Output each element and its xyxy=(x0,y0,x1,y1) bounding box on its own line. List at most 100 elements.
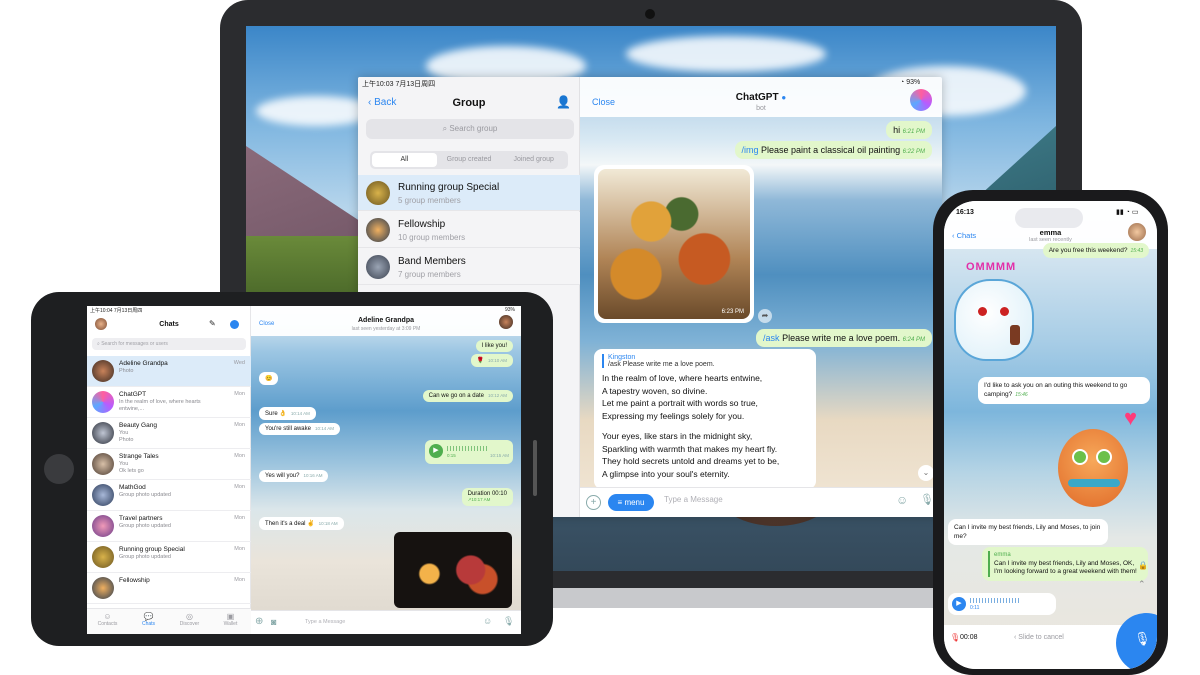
tab-bar: ☺ Contacts 💬 Chats ◎ Discover ▣ Wallet xyxy=(87,608,251,634)
avatar xyxy=(92,422,114,444)
group-members: 5 group members xyxy=(398,196,461,205)
chat-list-item[interactable]: Beauty Gang You Photo Mon xyxy=(87,418,251,449)
group-members: 10 group members xyxy=(398,233,466,242)
reply-quote: Kingston /ask Please write me a love poe… xyxy=(602,354,808,368)
poem-line: Expressing my feelings solely for you. xyxy=(602,410,745,421)
segment-joined-group[interactable]: Joined group xyxy=(501,153,566,167)
verified-icon: ● xyxy=(781,93,787,102)
slide-to-cancel[interactable]: ‹ Slide to cancel xyxy=(1014,634,1064,641)
avatar[interactable] xyxy=(1128,223,1146,241)
battery-level: 93% xyxy=(906,79,921,86)
microphone-icon[interactable]: 🎙 xyxy=(920,493,934,506)
segment-all[interactable]: All xyxy=(372,153,437,167)
waveform xyxy=(970,598,1020,603)
message-bubble: Are you free this weekend? 15:43 xyxy=(1042,243,1149,258)
chevron-down-icon[interactable]: ⌄ xyxy=(918,465,934,481)
message-bubble: hi 6:21 PM xyxy=(886,121,932,139)
record-button[interactable]: 🎙 xyxy=(1116,613,1157,669)
avatar xyxy=(92,391,114,413)
chat-list-item[interactable]: Strange Tales You Ok lets go Mon xyxy=(87,449,251,480)
group-name: Running group Special xyxy=(398,182,500,193)
message-bubble: /ask Please write me a love poem. 6:24 P… xyxy=(756,329,932,347)
menu-button[interactable]: ≡ menu xyxy=(608,494,654,511)
dynamic-island xyxy=(1015,208,1083,228)
chat-subtitle: last seen yesterday at 3:09 PM xyxy=(351,326,421,332)
group-row[interactable]: Band Members 7 group members xyxy=(358,249,580,285)
chat-list-item[interactable]: ChatGPT In the realm of love, where hear… xyxy=(87,387,251,418)
avatar xyxy=(92,546,114,568)
compose-icon[interactable]: ✎ xyxy=(209,319,216,328)
voice-message[interactable]: ▶ 0:11 xyxy=(948,593,1056,615)
chat-title: ChatGPT ● xyxy=(735,92,787,103)
tablet-screen: 上午10:04 7月13日周四 Chats ✎ ⌕ Search for mes… xyxy=(87,306,521,634)
avatar xyxy=(92,577,114,599)
reply-message: emma Can I invite my best friends, Lily … xyxy=(982,547,1148,581)
group-name: Fellowship xyxy=(398,219,446,230)
emoji-icon: 😊 xyxy=(265,376,273,382)
message-bubble: /img Please paint a classical oil painti… xyxy=(734,141,932,159)
emoji-icon[interactable]: ☺ xyxy=(896,493,908,507)
message-input[interactable]: Type a Message xyxy=(664,495,884,504)
avatar xyxy=(366,181,390,205)
chat-header: 93% Close Adeline Grandpa last seen yest… xyxy=(251,306,521,336)
cat-sticker[interactable] xyxy=(954,279,1034,361)
cat-sticker[interactable] xyxy=(1058,429,1128,507)
chevron-up-icon[interactable]: ⌃ xyxy=(1138,579,1146,590)
home-button[interactable] xyxy=(44,454,74,484)
lock-icon[interactable]: 🔒 xyxy=(1138,561,1148,570)
heart-icon: ♥ xyxy=(1124,405,1138,430)
chat-list-item[interactable]: Running group Special Group photo update… xyxy=(87,542,251,573)
chatgpt-avatar[interactable] xyxy=(910,89,932,111)
voice-message[interactable]: ▶ 0:15 10:15 AM xyxy=(425,440,513,464)
group-row[interactable]: Running group Special 5 group members xyxy=(358,175,580,211)
tab-wallet[interactable]: ▣ Wallet xyxy=(210,609,251,634)
group-header: ‹ Back Group 👤 xyxy=(358,91,580,115)
photo-message[interactable] xyxy=(394,532,512,608)
message-bubble: Sure 👌 10:14 AM xyxy=(259,407,316,420)
microphone-icon: 🎙 xyxy=(950,633,961,642)
add-chat-icon[interactable] xyxy=(230,320,239,329)
camera-icon xyxy=(645,9,655,19)
chats-panel: 上午10:04 7月13日周四 Chats ✎ ⌕ Search for mes… xyxy=(87,306,251,634)
composer-bar: + ≡ menu Type a Message ☺ 🎙 xyxy=(580,487,942,517)
chat-list-item[interactable]: Travel partners Group photo updated Mon xyxy=(87,511,251,542)
chat-list-item[interactable]: MathGod Group photo updated Mon xyxy=(87,480,251,511)
chat-bubble-icon: 💬 xyxy=(143,612,154,621)
avatar xyxy=(92,484,114,506)
add-contact-icon[interactable]: 👤 xyxy=(556,95,571,109)
record-timer: 00:08 xyxy=(960,634,978,641)
play-icon[interactable]: ▶ xyxy=(429,444,443,458)
message-bubble: Can we go on a date 10:12 AM xyxy=(422,390,513,402)
segment-group-created[interactable]: Group created xyxy=(437,153,502,167)
command-link[interactable]: /ask xyxy=(763,333,780,343)
chat-list-item[interactable]: Fellowship Mon xyxy=(87,573,251,604)
search-group-input[interactable]: ⌕ Search group xyxy=(366,119,574,139)
chat-list-item[interactable]: Adeline Grandpa Photo Wed xyxy=(87,356,251,387)
call-message[interactable]: Duration 00:10 ↗10:17 AM ▭ xyxy=(461,488,521,506)
message-bubble: I like you! xyxy=(475,340,513,352)
camera-icon[interactable]: ◙ xyxy=(271,616,276,628)
add-icon[interactable]: ⊕ xyxy=(255,616,263,628)
avatar xyxy=(92,360,114,382)
poem-line: In the realm of love, where hearts entwi… xyxy=(602,373,763,383)
share-icon[interactable]: ➦ xyxy=(758,309,772,323)
play-icon[interactable]: ▶ xyxy=(952,597,966,611)
tab-contacts[interactable]: ☺ Contacts xyxy=(87,609,128,634)
group-row[interactable]: Fellowship 10 group members xyxy=(358,212,580,248)
composer-bar: ⊕ ◙ Type a Message ☺ 🎙 xyxy=(251,610,521,634)
poem-line: They hold secrets untold and dreams yet … xyxy=(602,456,780,466)
search-input[interactable]: ⌕ Search for messages or users xyxy=(92,338,246,350)
avatar[interactable] xyxy=(499,315,513,329)
microphone-icon[interactable]: 🎙 xyxy=(503,616,514,627)
tab-chats[interactable]: 💬 Chats xyxy=(128,609,169,634)
command-link[interactable]: /img xyxy=(742,145,759,155)
image-message[interactable]: 6:23 PM xyxy=(594,165,754,323)
emoji-icon[interactable]: ☺ xyxy=(483,616,492,626)
poem-line: Let me paint a portrait with words so tr… xyxy=(602,398,758,408)
segment-control: All Group created Joined group xyxy=(370,151,568,169)
message-input[interactable]: Type a Message xyxy=(305,619,345,625)
add-icon[interactable]: + xyxy=(586,495,601,510)
wallet-icon: ▣ xyxy=(226,612,235,621)
tab-discover[interactable]: ◎ Discover xyxy=(169,609,210,634)
phone-screen: 16:13 ▮▮ ◔ ▭ ‹ Chats emma last seen rece… xyxy=(944,201,1157,669)
